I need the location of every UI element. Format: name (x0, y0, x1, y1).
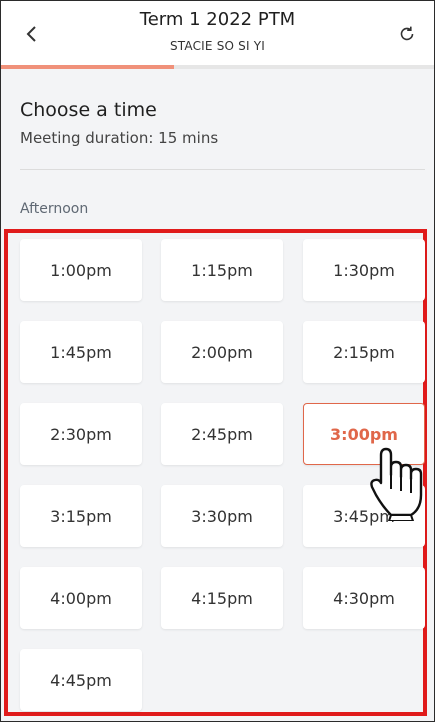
time-slot[interactable]: 2:15pm (303, 321, 425, 383)
time-slot[interactable]: 2:30pm (20, 403, 142, 465)
time-slot[interactable]: 3:15pm (20, 485, 142, 547)
header: Term 1 2022 PTM STACIE SO SI YI (1, 1, 434, 69)
time-slot[interactable]: 2:00pm (161, 321, 283, 383)
time-slot[interactable]: 1:45pm (20, 321, 142, 383)
meeting-duration-text: Meeting duration: 15 mins (20, 129, 219, 147)
time-slot[interactable]: 1:00pm (20, 239, 142, 301)
time-slot[interactable]: 3:45pm (303, 485, 425, 547)
afternoon-section-label: Afternoon (20, 201, 89, 217)
time-slot[interactable]: 4:45pm (20, 649, 142, 711)
divider (20, 169, 425, 170)
time-slot[interactable]: 4:30pm (303, 567, 425, 629)
time-slot[interactable]: 1:15pm (161, 239, 283, 301)
time-slot[interactable]: 1:30pm (303, 239, 425, 301)
time-slot-selected[interactable]: 3:00pm (303, 403, 425, 465)
time-slot[interactable]: 2:45pm (161, 403, 283, 465)
refresh-button[interactable] (390, 17, 424, 51)
info-section: Choose a time Meeting duration: 15 mins (1, 69, 434, 195)
page-subtitle: STACIE SO SI YI (169, 39, 266, 53)
choose-time-heading: Choose a time (20, 99, 157, 121)
time-slot[interactable]: 4:00pm (20, 567, 142, 629)
time-slot[interactable]: 4:15pm (161, 567, 283, 629)
highlight-annotation-box (4, 229, 427, 716)
page-title: Term 1 2022 PTM (139, 9, 296, 30)
time-slot[interactable]: 3:30pm (161, 485, 283, 547)
app-frame: Term 1 2022 PTM STACIE SO SI YI Choose a… (0, 0, 435, 722)
refresh-icon (400, 26, 414, 41)
